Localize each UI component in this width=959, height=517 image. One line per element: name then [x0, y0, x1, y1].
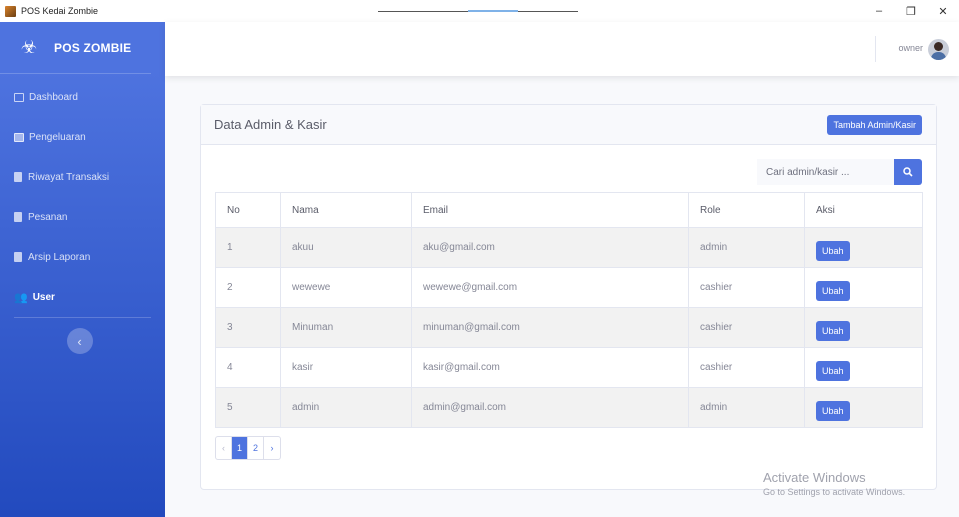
cell-no: 2	[215, 267, 281, 308]
sidebar-item-dashboard[interactable]: Dashboard	[0, 77, 165, 117]
search-bar	[757, 159, 922, 185]
close-button[interactable]: ✕	[927, 0, 959, 22]
search-button[interactable]	[894, 159, 922, 185]
table-row: 3 Minuman minuman@gmail.com cashier Ubah	[215, 307, 923, 348]
edit-button[interactable]: Ubah	[816, 400, 850, 421]
cell-role: cashier	[688, 307, 805, 348]
cell-email: aku@gmail.com	[411, 227, 689, 268]
cell-email: wewewe@gmail.com	[411, 267, 689, 308]
add-admin-cashier-button[interactable]: Tambah Admin/Kasir	[827, 114, 922, 135]
watermark-subtitle: Go to Settings to activate Windows.	[763, 487, 906, 497]
document-icon	[14, 212, 22, 222]
sidebar-item-label: User	[32, 291, 55, 303]
cell-aksi: Ubah	[804, 307, 923, 348]
cell-aksi: Ubah	[804, 227, 923, 268]
avatar-body	[931, 52, 946, 60]
column-header-role: Role	[688, 192, 805, 228]
cell-no: 1	[215, 227, 281, 268]
column-header-nama: Nama	[280, 192, 412, 228]
sidebar-item-user[interactable]: 👥 User	[0, 277, 165, 317]
cell-nama: wewewe	[280, 267, 412, 308]
sidebar-item-label: Arsip Laporan	[28, 251, 91, 263]
sidebar-item-pesanan[interactable]: Pesanan	[0, 197, 165, 237]
cell-role: cashier	[688, 347, 805, 388]
cell-role: admin	[688, 227, 805, 268]
watermark-title: Activate Windows	[763, 470, 866, 485]
pagination: ‹ 1 2 ›	[215, 436, 282, 460]
avatar[interactable]	[928, 39, 949, 60]
titlebar-progress-accent	[468, 10, 518, 12]
sidebar-item-label: Pengeluaran	[29, 131, 86, 143]
users-icon: 👥	[14, 291, 28, 304]
cell-email: minuman@gmail.com	[411, 307, 689, 348]
table-row: 5 admin admin@gmail.com admin Ubah	[215, 387, 923, 428]
column-header-email: Email	[411, 192, 689, 228]
pagination-page-1[interactable]: 1	[232, 437, 249, 459]
sidebar-item-label: Riwayat Transaksi	[28, 171, 110, 183]
edit-button[interactable]: Ubah	[816, 360, 850, 381]
window-controls: – ❐ ✕	[863, 0, 959, 22]
pagination-prev[interactable]: ‹	[216, 437, 232, 459]
table-header-row: No Nama Email Role Aksi	[215, 192, 923, 228]
page-title: Data Admin & Kasir	[214, 117, 327, 132]
topbar: owner	[165, 22, 959, 76]
user-table: No Nama Email Role Aksi 1 akuu aku@gmail…	[215, 192, 923, 428]
table-row: 1 akuu aku@gmail.com admin Ubah	[215, 227, 923, 268]
sidebar-item-arsip-laporan[interactable]: Arsip Laporan	[0, 237, 165, 277]
pagination-next[interactable]: ›	[264, 437, 280, 459]
table-row: 2 wewewe wewewe@gmail.com cashier Ubah	[215, 267, 923, 308]
brand-name: POS ZOMBIE	[54, 40, 132, 55]
avatar-head	[934, 42, 943, 51]
cell-aksi: Ubah	[804, 387, 923, 428]
dashboard-icon	[14, 92, 24, 102]
cell-role: cashier	[688, 267, 805, 308]
chevron-left-icon: ‹	[77, 333, 82, 349]
restore-button[interactable]: ❐	[895, 0, 927, 22]
search-input[interactable]	[757, 159, 894, 185]
minimize-button[interactable]: –	[863, 0, 895, 22]
topbar-divider	[875, 36, 876, 62]
cell-nama: admin	[280, 387, 412, 428]
search-icon	[903, 167, 913, 177]
app-icon	[5, 5, 16, 17]
cell-aksi: Ubah	[804, 347, 923, 388]
sidebar-divider	[14, 317, 151, 318]
card-header: Data Admin & Kasir Tambah Admin/Kasir	[201, 105, 936, 145]
window-titlebar: POS Kedai Zombie – ❐ ✕	[0, 0, 959, 22]
edit-button[interactable]: Ubah	[816, 240, 850, 261]
sidebar-item-label: Pesanan	[28, 211, 68, 223]
window-title: POS Kedai Zombie	[21, 6, 99, 16]
pagination-page-2[interactable]: 2	[248, 437, 265, 459]
sidebar-toggle-button[interactable]: ‹	[66, 328, 93, 354]
table-row: 4 kasir kasir@gmail.com cashier Ubah	[215, 347, 923, 388]
cell-no: 4	[215, 347, 281, 388]
user-name[interactable]: owner	[898, 43, 923, 53]
cell-role: admin	[688, 387, 805, 428]
sidebar-brand[interactable]: ☣ POS ZOMBIE	[0, 22, 151, 74]
cell-aksi: Ubah	[804, 267, 923, 308]
cell-nama: akuu	[280, 227, 412, 268]
titlebar-progress	[378, 10, 578, 12]
wallet-icon	[14, 132, 24, 142]
sidebar-item-pengeluaran[interactable]: Pengeluaran	[0, 117, 165, 157]
sidebar-item-riwayat-transaksi[interactable]: Riwayat Transaksi	[0, 157, 165, 197]
cell-nama: Minuman	[280, 307, 412, 348]
document-icon	[14, 252, 22, 262]
edit-button[interactable]: Ubah	[816, 320, 850, 341]
cell-no: 5	[215, 387, 281, 428]
admin-cashier-card: Data Admin & Kasir Tambah Admin/Kasir No…	[200, 104, 937, 490]
cell-no: 3	[215, 307, 281, 348]
document-icon	[14, 172, 22, 182]
cell-nama: kasir	[280, 347, 412, 388]
activate-windows-watermark: Activate Windows Go to Settings to activ…	[763, 470, 905, 497]
column-header-aksi: Aksi	[804, 192, 923, 228]
edit-button[interactable]: Ubah	[816, 280, 850, 301]
cell-email: admin@gmail.com	[411, 387, 689, 428]
cell-email: kasir@gmail.com	[411, 347, 689, 388]
sidebar: ☣ POS ZOMBIE Dashboard Pengeluaran Riway…	[0, 22, 165, 517]
sidebar-item-label: Dashboard	[29, 91, 78, 103]
column-header-no: No	[215, 192, 281, 228]
biohazard-icon: ☣	[20, 37, 38, 57]
